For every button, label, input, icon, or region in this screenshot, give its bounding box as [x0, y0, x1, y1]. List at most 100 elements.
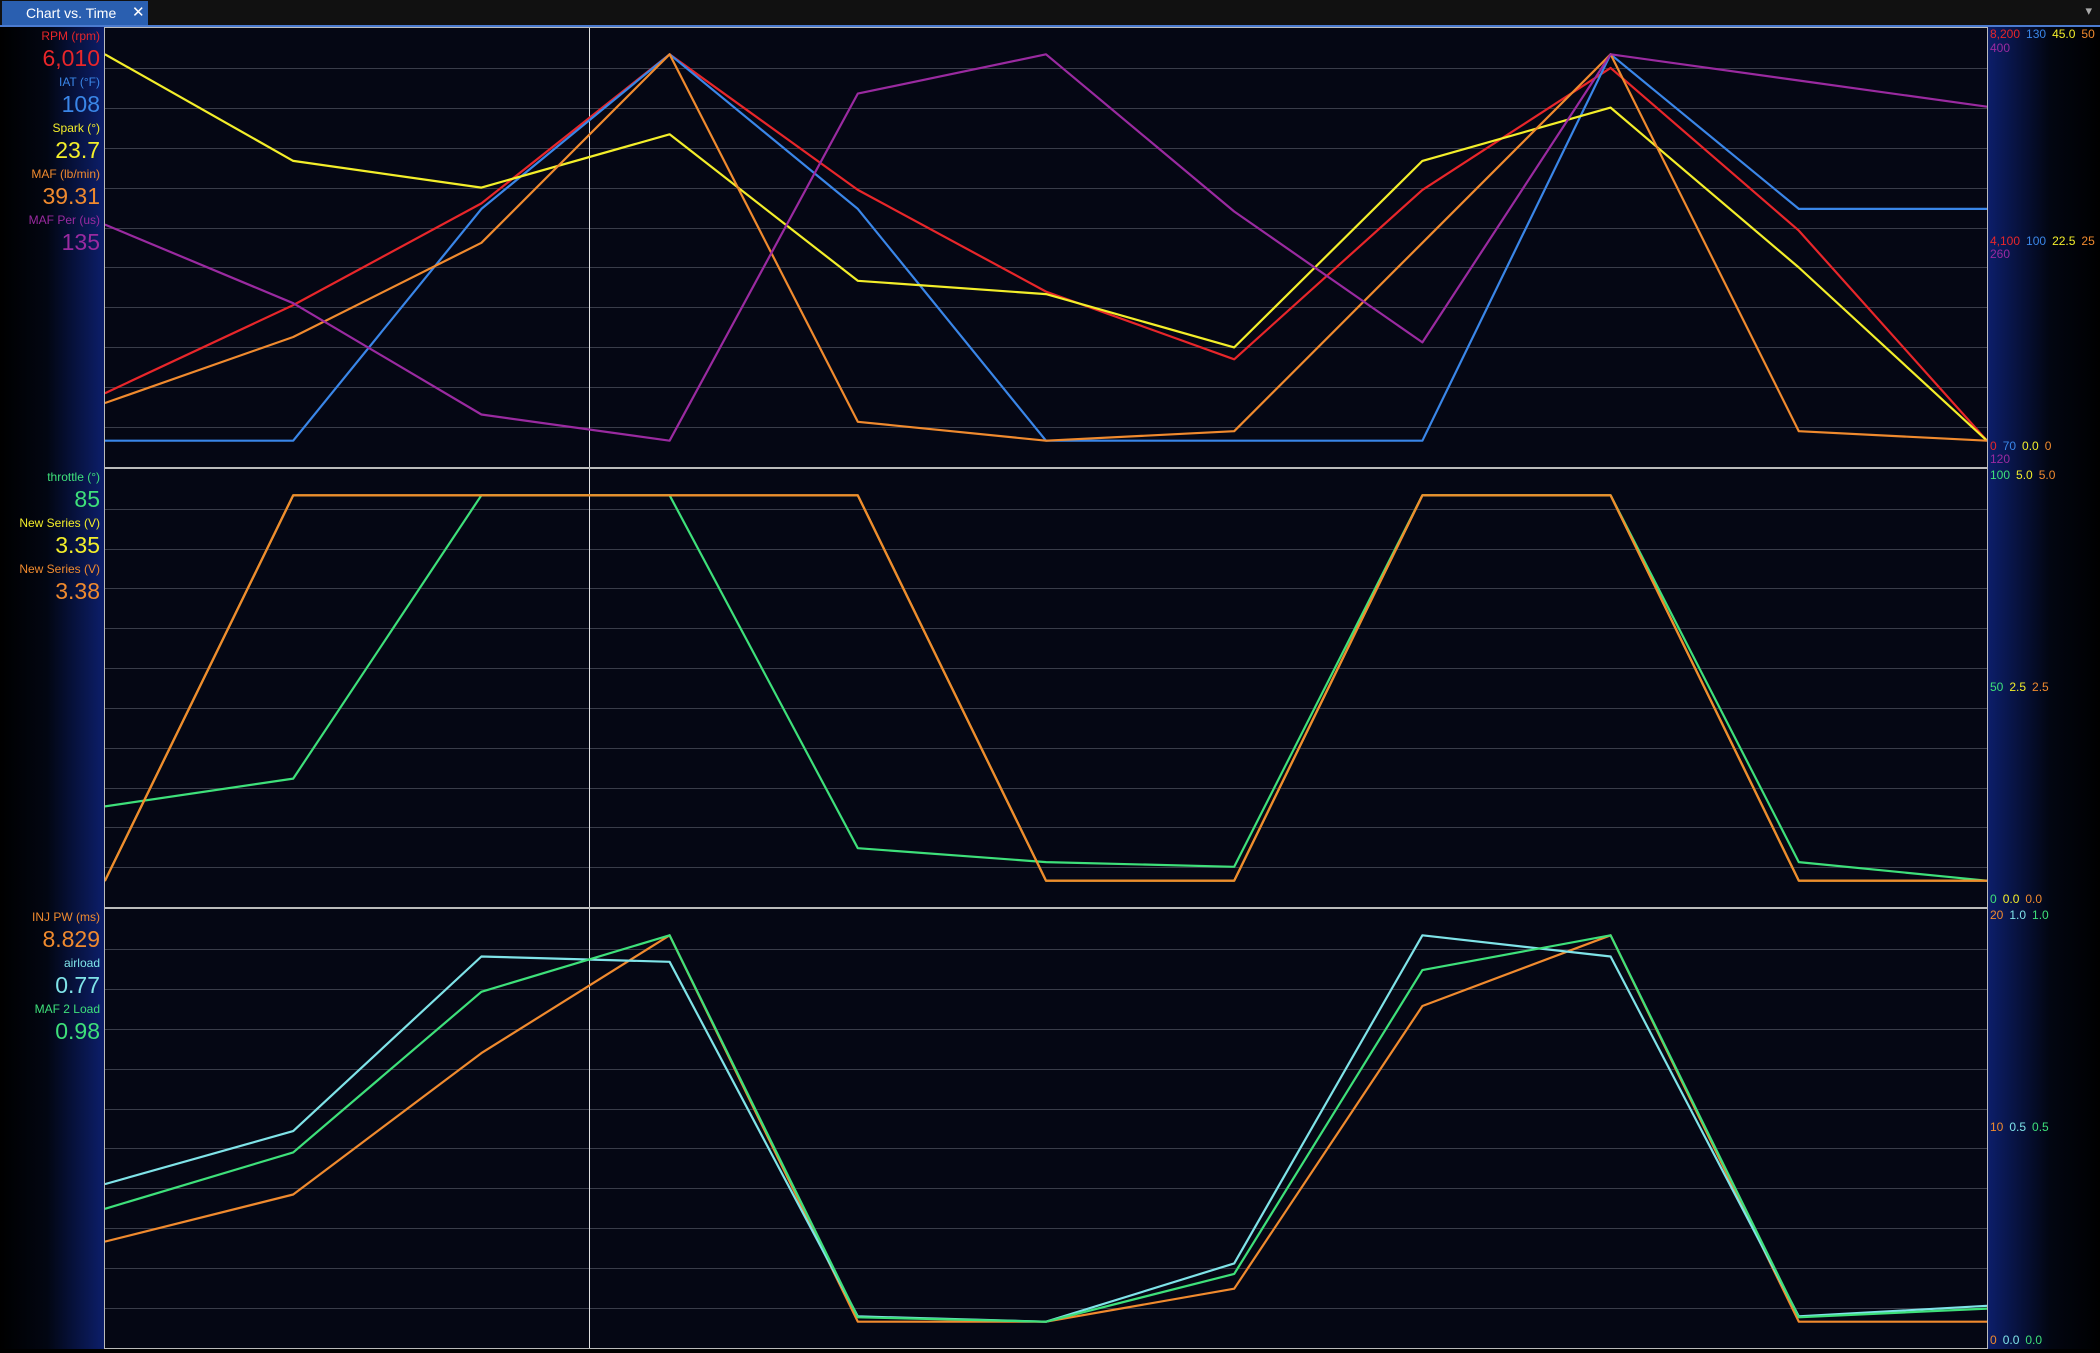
chevron-down-icon[interactable]: ▾ — [2085, 3, 2092, 19]
data-point — [1233, 439, 1235, 442]
scale-label: 8,200 — [1990, 27, 2021, 41]
scale-label: 5.0 — [2038, 468, 2056, 482]
data-point — [1798, 208, 1800, 210]
axis-scale-bottom-secondary: 120 — [1990, 452, 2016, 466]
legend-series-name: RPM (rpm) — [41, 29, 100, 43]
data-point — [1421, 934, 1424, 937]
tab-label: Chart vs. Time — [26, 5, 117, 21]
data-point — [292, 1130, 294, 1132]
legend-item[interactable]: throttle (°) 85 — [0, 470, 100, 514]
legend-series-name: MAF 2 Load — [34, 1002, 100, 1016]
scale-label: 130 — [2026, 27, 2047, 41]
plot-area[interactable] — [104, 908, 1988, 1349]
legend-series-name: airload — [63, 956, 100, 970]
data-point — [480, 208, 483, 210]
axis-scale-bottom: 0 0.0 0.0 — [1990, 1333, 2048, 1347]
data-point — [857, 1320, 859, 1323]
legend-series-value: 135 — [61, 229, 100, 255]
data-point — [1233, 1262, 1235, 1265]
scale-label: 50 — [1990, 680, 2004, 694]
legend-series-name: New Series (V) — [19, 562, 100, 576]
chart-legend: throttle (°) 85 New Series (V) 3.35 New Se… — [0, 470, 100, 608]
data-point — [1609, 53, 1612, 56]
data-point — [668, 439, 671, 442]
data-point — [857, 280, 859, 282]
legend-item[interactable]: MAF Per (us) 135 — [0, 213, 100, 257]
axis-scale-mid: 50 2.5 2.5 — [1990, 680, 2055, 694]
data-point — [480, 413, 483, 416]
data-point — [1421, 439, 1424, 442]
data-point — [1421, 494, 1424, 497]
data-point — [292, 439, 294, 442]
legend-series-name: New Series (V) — [19, 516, 100, 530]
close-icon[interactable]: ✕ — [132, 1, 145, 25]
data-point — [480, 955, 483, 958]
scale-label: 260 — [1990, 247, 2011, 261]
legend-series-value: 0.77 — [55, 972, 100, 998]
data-point — [480, 1052, 483, 1054]
legend-series-value: 3.35 — [55, 532, 100, 558]
chart-svg[interactable] — [105, 909, 1987, 1348]
data-point — [480, 494, 483, 497]
legend-series-name: IAT (°F) — [58, 75, 100, 89]
scale-label: 0 — [1990, 892, 1997, 906]
data-point — [292, 302, 294, 305]
axis-scale-top-secondary: 400 — [1990, 41, 2016, 55]
plot-background — [105, 28, 1987, 467]
data-point — [292, 1193, 294, 1196]
legend-item[interactable]: RPM (rpm) 6,010 — [0, 29, 100, 73]
legend-series-name: MAF (lb/min) — [31, 167, 100, 181]
plot-area[interactable] — [104, 27, 1988, 468]
legend-item[interactable]: New Series (V) 3.38 — [0, 562, 100, 606]
data-point — [1045, 1320, 1047, 1323]
chart-panel-engine: RPM (rpm) 6,010 IAT (°F) 108 Spark (°) 23.7… — [0, 27, 2100, 468]
axis-scale-top: 20 1.0 1.0 — [1990, 908, 2055, 922]
data-point — [1233, 866, 1235, 868]
data-point — [1798, 430, 1800, 433]
data-point — [1798, 1320, 1800, 1323]
scale-label: 1.0 — [2032, 908, 2049, 922]
scale-label: 100 — [1990, 468, 2011, 482]
data-point — [292, 160, 294, 162]
legend-item[interactable]: Spark (°) 23.7 — [0, 121, 100, 165]
scale-label: 0.0 — [2002, 1333, 2020, 1347]
scale-label: 0.5 — [2009, 1120, 2027, 1134]
scale-label: 10 — [1990, 1120, 2004, 1134]
tab-bar: Chart vs. Time ✕ ▾ — [0, 0, 2100, 27]
legend-item[interactable]: IAT (°F) 108 — [0, 75, 100, 119]
legend-item[interactable]: airload 0.77 — [0, 956, 100, 1000]
data-point — [668, 53, 671, 56]
scale-label: 5.0 — [2016, 468, 2033, 482]
data-point — [1609, 106, 1612, 109]
data-point — [1798, 1316, 1800, 1319]
data-point — [1798, 861, 1800, 863]
data-point — [1045, 879, 1047, 882]
chart-svg[interactable] — [105, 28, 1987, 467]
axis-scale-mid-secondary: 260 — [1990, 247, 2016, 261]
data-point — [1421, 1005, 1424, 1007]
chart-panel-fuel: INJ PW (ms) 8.829 airload 0.77 MAF 2 Load 0… — [0, 908, 2100, 1349]
data-point — [1233, 358, 1235, 361]
data-point — [857, 189, 859, 191]
data-point — [1421, 341, 1424, 344]
data-point — [1045, 53, 1047, 56]
legend-series-value: 39.31 — [42, 183, 100, 209]
scale-label: 45.0 — [2052, 27, 2076, 41]
scale-label: 4,100 — [1990, 234, 2021, 248]
tab-chart-vs-time[interactable]: Chart vs. Time ✕ — [2, 1, 148, 25]
scale-label: 20 — [1990, 908, 2004, 922]
scale-label: 2.5 — [2009, 680, 2027, 694]
legend-item[interactable]: MAF (lb/min) 39.31 — [0, 167, 100, 211]
legend-item[interactable]: MAF 2 Load 0.98 — [0, 1002, 100, 1046]
scale-label: 100 — [2026, 234, 2047, 248]
legend-item[interactable]: New Series (V) 3.35 — [0, 516, 100, 560]
chart-legend: INJ PW (ms) 8.829 airload 0.77 MAF 2 Load 0… — [0, 910, 100, 1048]
plot-area[interactable] — [104, 468, 1988, 908]
data-point — [857, 1316, 859, 1319]
legend-item[interactable]: INJ PW (ms) 8.829 — [0, 910, 100, 954]
data-point — [857, 208, 859, 210]
axis-scale-mid: 4,100 100 22.5 25 — [1990, 234, 2100, 248]
scale-label: 0.0 — [2025, 1333, 2043, 1347]
chart-svg[interactable] — [105, 469, 1987, 907]
data-point — [1233, 879, 1235, 882]
